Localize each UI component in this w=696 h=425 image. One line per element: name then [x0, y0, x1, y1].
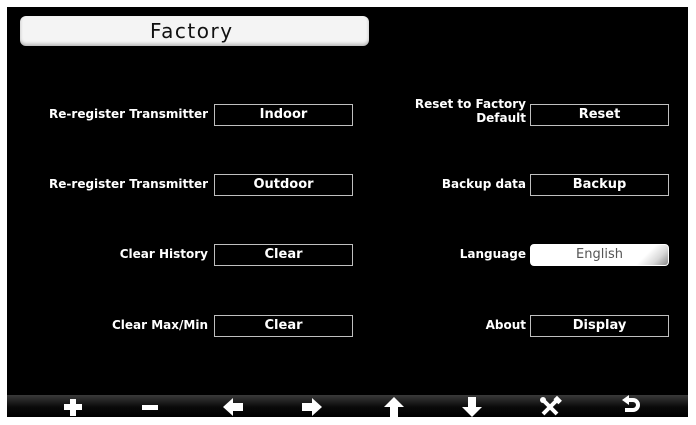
reset-button[interactable]: Reset	[530, 104, 669, 126]
about-label: About	[485, 318, 526, 332]
tools-icon	[540, 395, 562, 416]
down-button[interactable]	[457, 395, 487, 417]
indoor-button[interactable]: Indoor	[214, 104, 353, 126]
backup-data-label: Backup data	[441, 177, 526, 191]
plus-button[interactable]	[58, 395, 88, 417]
up-button[interactable]	[379, 395, 409, 417]
left-button[interactable]	[218, 395, 248, 417]
back-button[interactable]	[615, 395, 645, 417]
plus-icon	[64, 399, 82, 416]
clear-history-label: Clear History	[119, 247, 208, 261]
clear-history-button[interactable]: Clear	[214, 244, 353, 266]
title-bar: Factory	[20, 16, 369, 46]
display-button[interactable]: Display	[530, 315, 669, 337]
right-button[interactable]	[297, 395, 327, 417]
backup-button[interactable]: Backup	[530, 174, 669, 196]
page-curl-decoration	[634, 245, 668, 265]
reset-factory-label: Reset to Factory Default	[415, 97, 526, 125]
arrow-left-icon	[223, 398, 243, 416]
page-title: Factory	[150, 19, 234, 43]
tools-button[interactable]	[535, 395, 565, 417]
language-label: Language	[459, 247, 526, 261]
arrow-right-icon	[302, 398, 322, 416]
reset-factory-label-line1: Reset to Factory	[414, 97, 526, 111]
reset-factory-label-line2: Default	[476, 111, 526, 125]
arrow-down-icon	[462, 397, 482, 417]
factory-screen: Factory Re-register Transmitter Indoor R…	[7, 7, 688, 417]
clear-max-min-label: Clear Max/Min	[111, 318, 208, 332]
re-register-outdoor-label: Re-register Transmitter	[49, 177, 208, 191]
clear-max-min-button[interactable]: Clear	[214, 315, 353, 337]
outdoor-button[interactable]: Outdoor	[214, 174, 353, 196]
language-value: English	[576, 247, 623, 262]
back-icon	[622, 395, 640, 412]
minus-icon	[142, 405, 158, 410]
arrow-up-icon	[384, 397, 404, 417]
re-register-indoor-label: Re-register Transmitter	[49, 107, 208, 121]
minus-button[interactable]	[135, 395, 165, 417]
bottom-toolbar	[7, 395, 688, 417]
language-select[interactable]: English	[530, 244, 669, 266]
